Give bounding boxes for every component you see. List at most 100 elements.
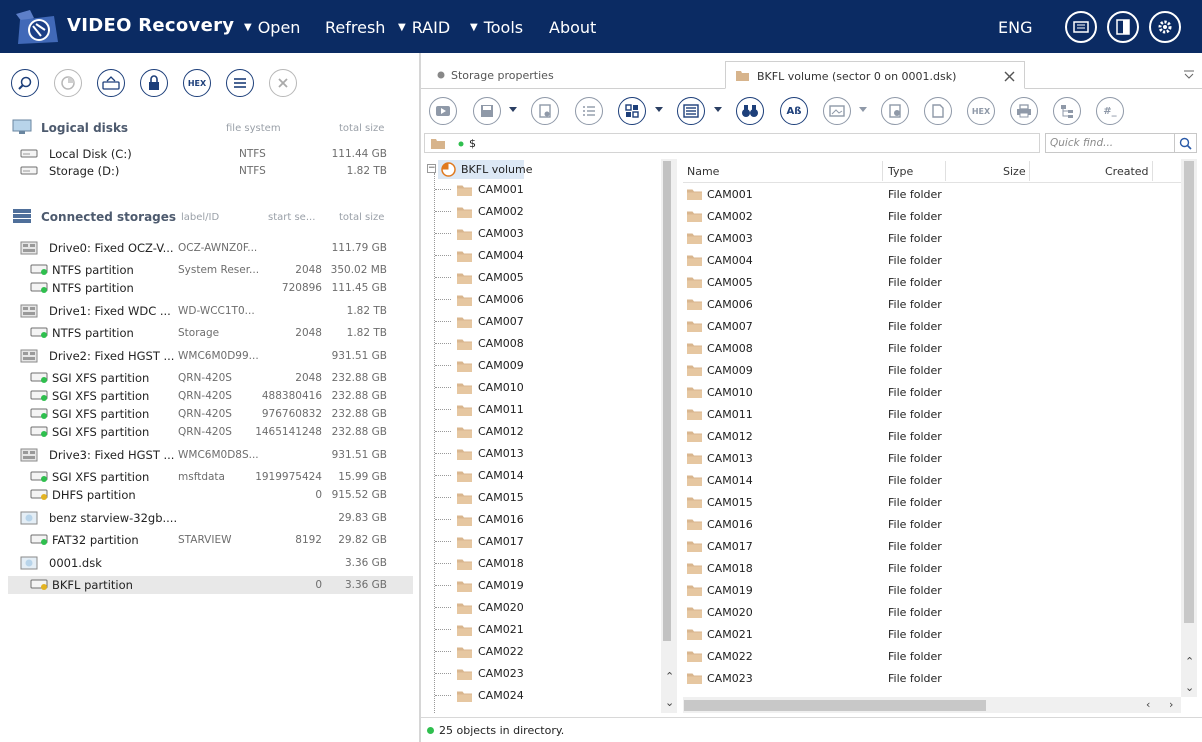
tree-folder-item[interactable]: CAM024: [424, 685, 664, 707]
tree-folder-item[interactable]: CAM020: [424, 597, 664, 619]
tree-folder-item[interactable]: CAM003: [424, 223, 664, 245]
file-list-row[interactable]: CAM023 File folder: [683, 667, 1183, 689]
file-settings-button[interactable]: [531, 97, 559, 125]
panel-toggle-button[interactable]: [1107, 11, 1139, 43]
play-video-button[interactable]: [429, 97, 457, 125]
tree-folder-item[interactable]: CAM002: [424, 201, 664, 223]
list-scroll-down-icon[interactable]: ⌄: [1185, 681, 1194, 694]
search-button[interactable]: [11, 69, 39, 97]
storage-device-row[interactable]: benz starview-32gb.... 29.83 GB: [8, 509, 413, 527]
file-list-row[interactable]: CAM019 File folder: [683, 579, 1183, 601]
tree-scroll-down-icon[interactable]: ⌄: [665, 696, 674, 709]
tree-folder-item[interactable]: CAM009: [424, 355, 664, 377]
tree-folder-item[interactable]: CAM015: [424, 487, 664, 509]
list-scroll-up-icon[interactable]: ⌃: [1185, 655, 1194, 668]
partition-row[interactable]: SGI XFS partition QRN-420S 488380416 232.88…: [8, 387, 413, 405]
close-storage-button[interactable]: [269, 69, 297, 97]
messages-button[interactable]: [1065, 11, 1097, 43]
tree-scroll-up-icon[interactable]: ⌃: [665, 670, 674, 683]
menu-raid[interactable]: ▼ RAID: [398, 18, 450, 37]
menu-about[interactable]: About: [549, 18, 596, 37]
quick-find-input[interactable]: [1045, 133, 1175, 153]
file-list-row[interactable]: CAM004 File folder: [683, 249, 1183, 271]
tree-root[interactable]: − BKFL volume: [424, 159, 664, 181]
tree-folder-item[interactable]: CAM016: [424, 509, 664, 531]
file-list-row[interactable]: CAM015 File folder: [683, 491, 1183, 513]
file-list-row[interactable]: CAM021 File folder: [683, 623, 1183, 645]
file-list-row[interactable]: CAM020 File folder: [683, 601, 1183, 623]
hex-editor-button[interactable]: HEX: [183, 69, 211, 97]
tree-folder-item[interactable]: CAM010: [424, 377, 664, 399]
file-list-row[interactable]: CAM010 File folder: [683, 381, 1183, 403]
col-separator[interactable]: [945, 161, 946, 181]
menu-tools[interactable]: ▼ Tools: [470, 18, 523, 37]
partition-row[interactable]: SGI XFS partition QRN-420S 976760832 232.88…: [8, 405, 413, 423]
file-list-row[interactable]: CAM022 File folder: [683, 645, 1183, 667]
partition-row[interactable]: SGI XFS partition msftdata 1919975424 15.99…: [8, 468, 413, 486]
language-selector[interactable]: ENG: [998, 18, 1032, 37]
storage-device-row[interactable]: Drive3: Fixed HGST ... WMC6M0D8S... 931.51…: [8, 446, 413, 464]
tree-folder-item[interactable]: CAM012: [424, 421, 664, 443]
panel-layout-button[interactable]: [677, 97, 705, 125]
file-list-row[interactable]: CAM014 File folder: [683, 469, 1183, 491]
col-separator[interactable]: [1029, 161, 1030, 181]
storage-device-row[interactable]: 0001.dsk 3.36 GB: [8, 554, 413, 572]
tree-folder-item[interactable]: CAM011: [424, 399, 664, 421]
file-list-row[interactable]: CAM018 File folder: [683, 557, 1183, 579]
file-list-row[interactable]: CAM007 File folder: [683, 315, 1183, 337]
tree-folder-item[interactable]: CAM006: [424, 289, 664, 311]
tree-folder-item[interactable]: CAM004: [424, 245, 664, 267]
file-info-button[interactable]: [881, 97, 909, 125]
partition-row[interactable]: SGI XFS partition QRN-420S 1465141248 232.8…: [8, 423, 413, 441]
tree-folder-item[interactable]: CAM008: [424, 333, 664, 355]
path-bar[interactable]: $: [424, 133, 1040, 153]
pie-chart-button[interactable]: [54, 69, 82, 97]
list-vertical-thumb[interactable]: [1184, 161, 1194, 623]
preview-dropdown-caret[interactable]: [859, 107, 867, 112]
col-type[interactable]: Type: [888, 165, 913, 178]
tab-bkfl-volume[interactable]: BKFL volume (sector 0 on 0001.dsk): [725, 61, 1025, 89]
partition-row[interactable]: NTFS partition 720896 111.45 GB: [8, 279, 413, 297]
tree-scroll-thumb[interactable]: [663, 161, 671, 641]
list-scroll-left-icon[interactable]: ‹: [1146, 698, 1150, 711]
partition-row[interactable]: NTFS partition Storage 2048 1.82 TB: [8, 324, 413, 342]
disk-image-button[interactable]: [97, 69, 125, 97]
file-list-row[interactable]: CAM016 File folder: [683, 513, 1183, 535]
list-view-button[interactable]: [226, 69, 254, 97]
file-properties-button[interactable]: [924, 97, 952, 125]
tree-folder-item[interactable]: CAM019: [424, 575, 664, 597]
tree-folder-item[interactable]: CAM022: [424, 641, 664, 663]
tree-folder-item[interactable]: CAM017: [424, 531, 664, 553]
file-list-row[interactable]: CAM005 File folder: [683, 271, 1183, 293]
file-list-row[interactable]: CAM008 File folder: [683, 337, 1183, 359]
tree-folder-item[interactable]: CAM014: [424, 465, 664, 487]
storage-device-row[interactable]: Drive0: Fixed OCZ-V... OCZ-AWNZ0F... 111.7…: [8, 239, 413, 257]
file-list-row[interactable]: CAM003 File folder: [683, 227, 1183, 249]
logical-disk-row[interactable]: Storage (D:) NTFS 1.82 TB: [8, 162, 413, 180]
tree-folder-item[interactable]: CAM018: [424, 553, 664, 575]
file-list-row[interactable]: CAM006 File folder: [683, 293, 1183, 315]
view-mode-dropdown-caret[interactable]: [655, 107, 663, 112]
partition-row[interactable]: DHFS partition 0 915.52 GB: [8, 486, 413, 504]
partition-row[interactable]: SGI XFS partition QRN-420S 2048 232.88 GB: [8, 369, 413, 387]
settings-button[interactable]: [1149, 11, 1181, 43]
file-list-row[interactable]: CAM009 File folder: [683, 359, 1183, 381]
view-mode-button[interactable]: [618, 97, 646, 125]
preview-button[interactable]: [823, 97, 851, 125]
collapse-icon[interactable]: −: [427, 164, 436, 173]
col-separator[interactable]: [1152, 161, 1153, 181]
menu-open[interactable]: ▼ Open: [244, 18, 300, 37]
file-list-row[interactable]: CAM013 File folder: [683, 447, 1183, 469]
tree-folder-item[interactable]: CAM013: [424, 443, 664, 465]
checklist-button[interactable]: [575, 97, 603, 125]
storage-device-row[interactable]: Drive1: Fixed WDC ... WD-WCC1T0... 1.82 TB: [8, 302, 413, 320]
tab-menu-icon[interactable]: [1183, 69, 1195, 79]
save-dropdown-caret[interactable]: [509, 107, 517, 112]
file-list-row[interactable]: CAM001 File folder: [683, 183, 1183, 205]
col-name[interactable]: Name: [687, 165, 719, 178]
file-list-row[interactable]: CAM011 File folder: [683, 403, 1183, 425]
lock-button[interactable]: [140, 69, 168, 97]
file-list-row[interactable]: CAM002 File folder: [683, 205, 1183, 227]
col-size[interactable]: Size: [1003, 165, 1026, 178]
partition-row[interactable]: BKFL partition 0 3.36 GB: [8, 576, 413, 594]
